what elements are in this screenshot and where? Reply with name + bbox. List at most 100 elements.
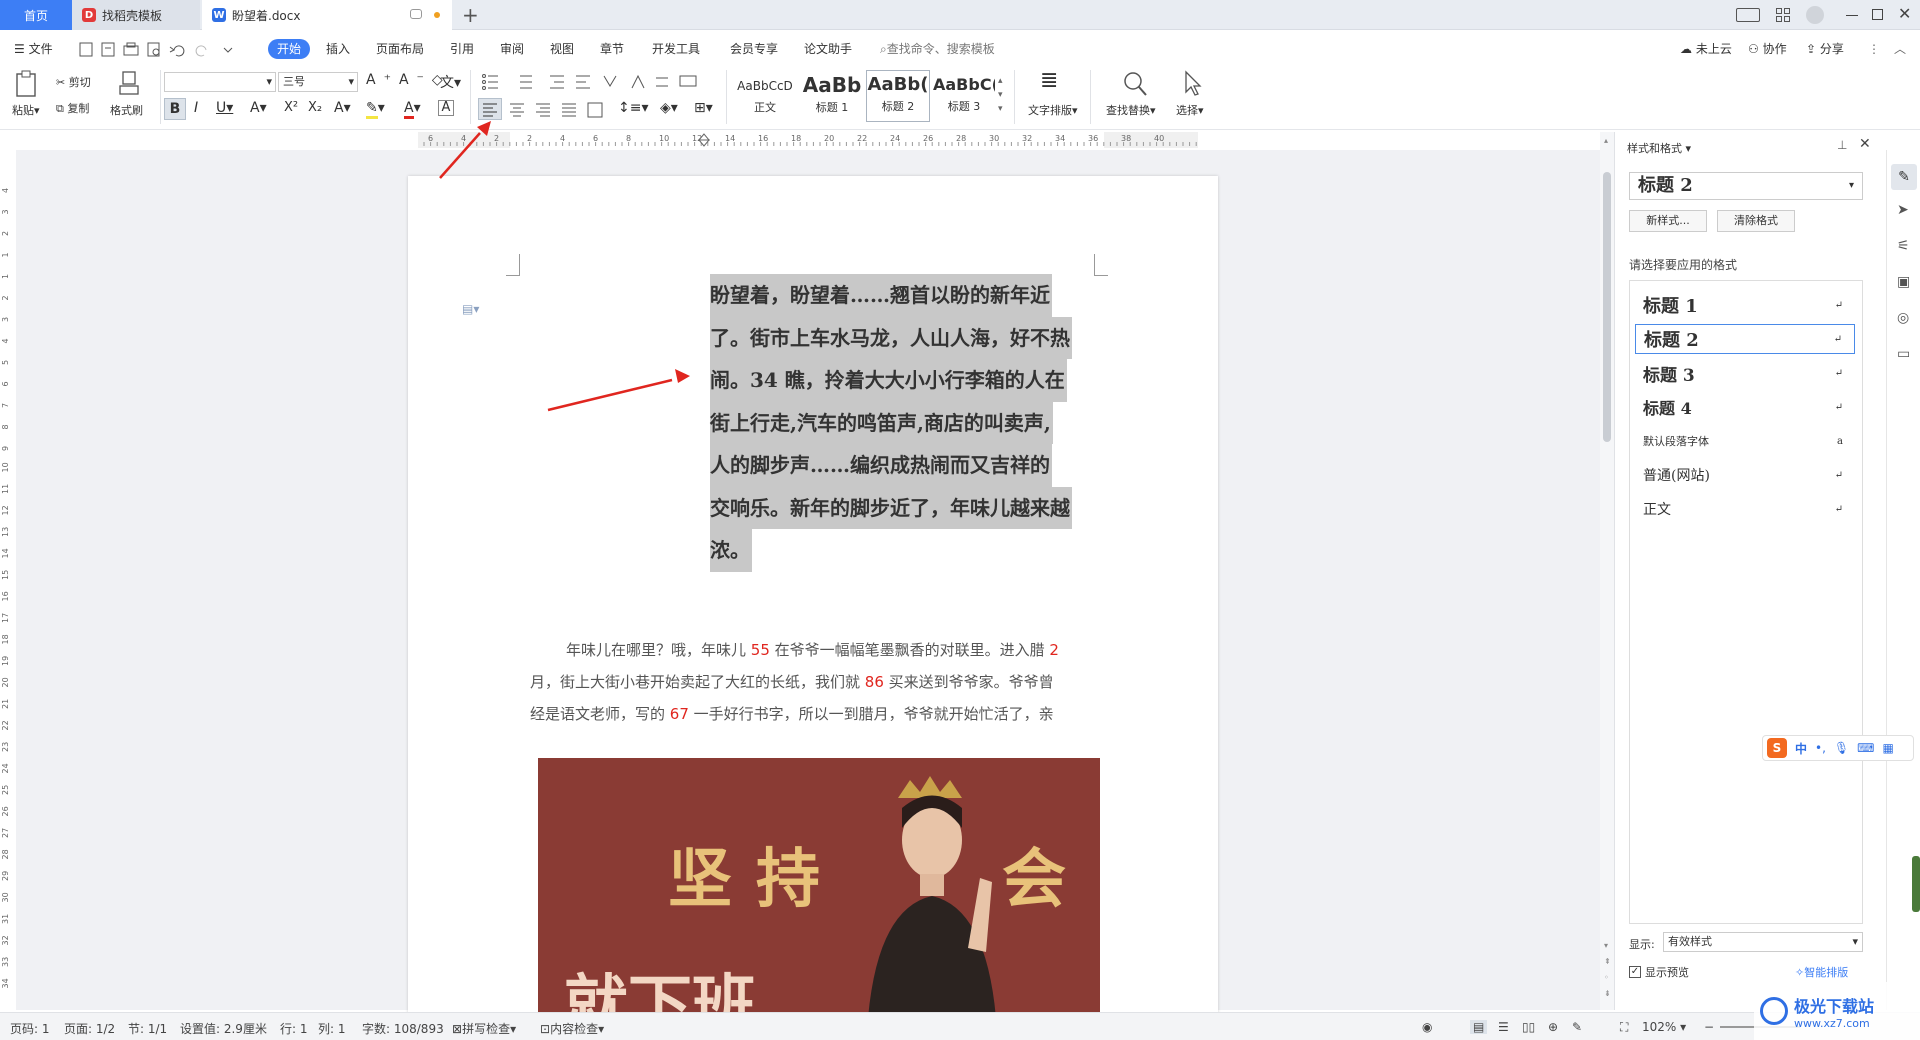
outline-view-icon[interactable]: ☰ xyxy=(1498,1020,1509,1034)
copy-button[interactable]: ⧉ 复制 xyxy=(56,100,89,116)
scroll-up-icon[interactable]: ▴ xyxy=(1604,136,1608,145)
status-setting[interactable]: 设置值: 2.9厘米 xyxy=(180,1020,267,1037)
spell-check-button[interactable]: ⊠拼写检查▾ xyxy=(452,1020,516,1037)
tab-view[interactable]: 视图 xyxy=(550,34,574,64)
phonetic-icon[interactable]: 文▾ xyxy=(440,72,461,92)
format-painter-button[interactable]: 格式刷 xyxy=(110,102,143,118)
vertical-ruler[interactable]: 4321123456789101112131415161718192021222… xyxy=(0,140,16,1010)
format-painter-icon[interactable] xyxy=(118,70,140,98)
border-button[interactable]: ⊞▾ xyxy=(694,100,713,116)
scroll-thumb[interactable] xyxy=(1603,172,1611,442)
cut-button[interactable]: ✂ 剪切 xyxy=(56,74,91,90)
style-list-item[interactable]: 标题 2 ↵ xyxy=(1635,324,1855,354)
text-effect-button[interactable]: A▾ xyxy=(334,100,351,116)
select-button[interactable]: 选择▾ xyxy=(1176,102,1204,118)
status-pages[interactable]: 页面: 1/2 xyxy=(64,1020,115,1037)
restore-icon[interactable] xyxy=(1872,9,1883,20)
cursor-icon[interactable]: ➤ xyxy=(1897,202,1909,218)
status-col[interactable]: 列: 1 xyxy=(318,1020,346,1037)
share-button[interactable]: ⇪ 分享 xyxy=(1806,34,1844,64)
style-list-item[interactable]: 标题 3 ↵ xyxy=(1635,358,1855,388)
more-icon[interactable]: ⋮ xyxy=(1868,34,1880,64)
font-color-button[interactable]: A▾ xyxy=(404,100,421,119)
font-name-select[interactable]: ▾ xyxy=(164,72,276,92)
subscript-button[interactable]: X₂ xyxy=(308,100,322,115)
pin-icon[interactable]: ⊥ xyxy=(1837,138,1847,152)
location-icon[interactable]: ◎ xyxy=(1897,310,1909,326)
close-icon[interactable]: ✕ xyxy=(1898,4,1911,23)
ime-grid-icon[interactable]: ▦ xyxy=(1882,741,1893,755)
status-word-count[interactable]: 字数: 108/893 xyxy=(362,1020,444,1037)
punctuation-icon[interactable]: •, xyxy=(1815,741,1826,755)
align-left-button[interactable] xyxy=(478,98,502,120)
style-heading-3[interactable]: AaBbC( 标题 3 xyxy=(932,70,996,122)
status-section[interactable]: 节: 1/1 xyxy=(128,1020,167,1037)
current-style-select[interactable]: 标题 2 ▾ xyxy=(1629,172,1863,200)
side-handle[interactable] xyxy=(1912,856,1920,912)
bold-button[interactable]: B xyxy=(164,98,186,120)
collab-button[interactable]: ⚇ 协作 xyxy=(1748,34,1787,64)
layout-icon[interactable] xyxy=(1736,8,1760,22)
ime-toolbar[interactable]: S 中 •, 🎙 ⌨ ▦ xyxy=(1762,735,1914,761)
status-page-number[interactable]: 页码: 1 xyxy=(10,1020,50,1037)
style-list-item[interactable]: 默认段落字体 a xyxy=(1635,426,1855,456)
content-check-button[interactable]: ⊡内容检查▾ xyxy=(540,1020,604,1037)
style-heading-2[interactable]: AaBb( 标题 2 xyxy=(866,70,930,122)
page-view-icon[interactable]: ▤ xyxy=(1470,1020,1488,1034)
paragraph-tools-row1[interactable] xyxy=(480,72,700,92)
style-list-item[interactable]: 正文 ↵ xyxy=(1635,494,1855,524)
show-preview-checkbox[interactable]: ✓ 显示预览 xyxy=(1629,964,1689,980)
body-paragraph[interactable]: 年味儿在哪里？哦，年味儿 55 在爷爷一幅幅笔墨飘香的对联里。进入腊 2 月，街上… xyxy=(530,634,1116,730)
tab-start[interactable]: 开始 xyxy=(268,39,311,59)
book-icon[interactable]: ▭ xyxy=(1897,346,1910,362)
sliders-icon[interactable]: ⚟ xyxy=(1897,238,1910,254)
show-select[interactable]: 有效样式 ▾ xyxy=(1663,932,1863,952)
zoom-select[interactable]: 102% ▾ xyxy=(1642,1020,1686,1034)
italic-button[interactable]: I xyxy=(194,100,198,116)
quick-access-toolbar[interactable] xyxy=(78,42,238,58)
horizontal-ruler[interactable]: 6 4 2 2 4 6 8 10 12 14 16 18 20 22 24 26 28 30 32 34 36 38 40 xyxy=(418,132,1198,148)
style-pen-icon[interactable]: ✎ xyxy=(1891,164,1917,190)
collapse-ribbon-icon[interactable]: ︿ xyxy=(1894,34,1906,64)
tab-review[interactable]: 审阅 xyxy=(500,34,524,64)
line-spacing-button[interactable]: ↕≡▾ xyxy=(618,100,649,116)
file-menu[interactable]: ☰ 文件 xyxy=(14,34,53,64)
tab-document[interactable]: W 盼望着.docx xyxy=(202,0,452,30)
tab-home[interactable]: 首页 xyxy=(0,0,72,30)
alignment-tools[interactable] xyxy=(506,100,616,120)
ime-language[interactable]: 中 xyxy=(1795,740,1807,757)
tab-insert[interactable]: 插入 xyxy=(326,34,350,64)
document-page[interactable]: ▤▾ 盼望着，盼望着……翘首以盼的新年近 了。街市上车水马龙，人山人海，好不热 闹。… xyxy=(408,176,1218,1018)
panel-title[interactable]: 样式和格式 ▾ xyxy=(1627,140,1691,156)
style-normal[interactable]: AaBbCcD 正文 xyxy=(732,70,798,122)
microphone-icon[interactable]: 🎙 xyxy=(1834,741,1849,755)
image-icon[interactable]: ▣ xyxy=(1897,274,1910,290)
shading-button[interactable]: ◈▾ xyxy=(660,100,678,116)
vertical-scrollbar[interactable]: ▴ ▾ ⇞ ◦ ⇟ xyxy=(1600,132,1614,1010)
selected-paragraph[interactable]: 盼望着，盼望着……翘首以盼的新年近 了。街市上车水马龙，人山人海，好不热 闹。34 … xyxy=(710,274,1110,572)
apps-grid-icon[interactable] xyxy=(1776,8,1790,22)
underline-button[interactable]: U▾ xyxy=(216,100,233,116)
eye-protection-icon[interactable]: ◉ xyxy=(1422,1020,1432,1034)
clear-format-button[interactable]: 清除格式 xyxy=(1717,210,1795,232)
smart-layout-button[interactable]: ✧智能排版 xyxy=(1795,964,1848,980)
font-size-tools[interactable]: A⁺A⁻◇ xyxy=(366,72,451,88)
write-view-icon[interactable]: ✎ xyxy=(1572,1020,1582,1034)
style-scroll[interactable]: ▴ ▾ ▾ xyxy=(998,74,1003,116)
tab-reference[interactable]: 引用 xyxy=(450,34,474,64)
avatar[interactable] xyxy=(1806,6,1824,24)
find-replace-button[interactable]: 查找替换▾ xyxy=(1106,102,1156,118)
highlight-button[interactable]: ✎▾ xyxy=(366,100,385,119)
new-tab-icon[interactable]: + xyxy=(462,3,479,27)
style-list-item[interactable]: 普通(网站) ↵ xyxy=(1635,460,1855,490)
cloud-status[interactable]: ☁ 未上云 xyxy=(1680,34,1732,64)
tab-page-layout[interactable]: 页面布局 xyxy=(376,34,424,64)
panel-close-icon[interactable]: ✕ xyxy=(1859,136,1871,152)
zoom-out-icon[interactable]: − xyxy=(1704,1020,1714,1034)
fit-page-icon[interactable]: ⛶ xyxy=(1620,1020,1628,1035)
style-list-item[interactable]: 标题 4 ↵ xyxy=(1635,392,1855,422)
paragraph-icon[interactable]: ▤▾ xyxy=(462,302,479,316)
char-border-button[interactable]: A xyxy=(438,100,454,116)
paste-icon[interactable] xyxy=(14,70,38,98)
tab-member[interactable]: 会员专享 xyxy=(730,34,778,64)
